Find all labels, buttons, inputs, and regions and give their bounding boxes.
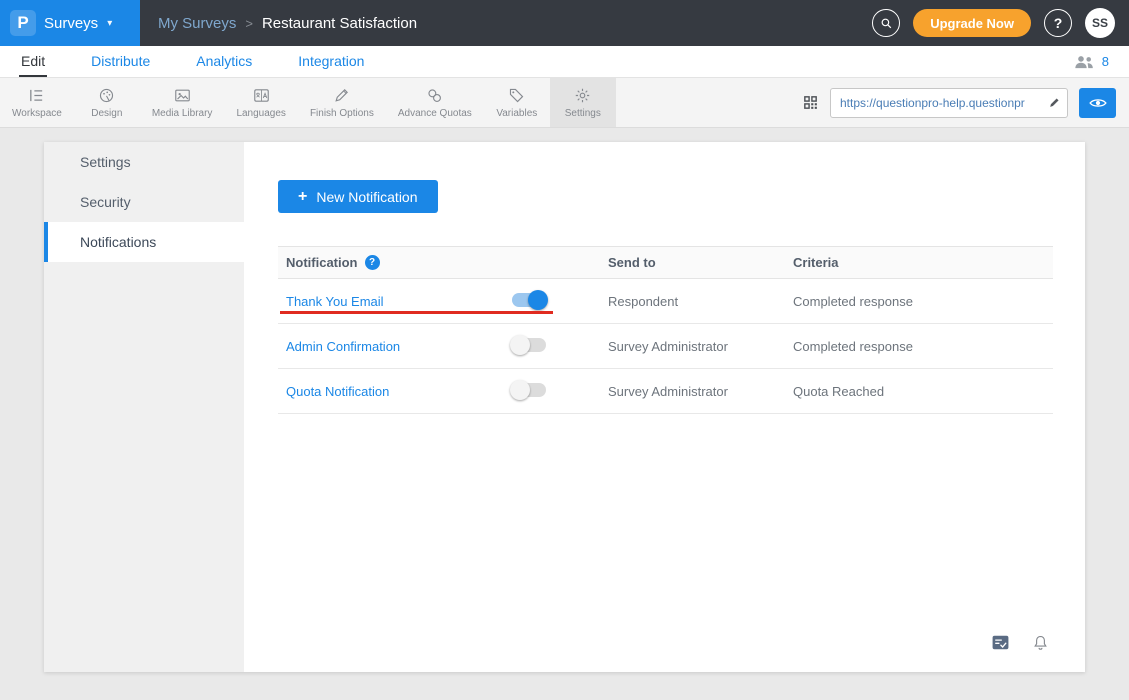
toolbar-item-label: Media Library: [152, 108, 213, 119]
toolbar-item-media-library[interactable]: Media Library: [140, 78, 225, 127]
toolbar-item-variables[interactable]: Variables: [484, 78, 550, 127]
advance-quotas-icon: [426, 87, 443, 104]
new-notification-label: New Notification: [316, 189, 417, 205]
notification-name-link[interactable]: Admin Confirmation: [278, 339, 508, 354]
breadcrumb-separator: >: [245, 16, 253, 31]
table-row: Admin Confirmation Survey Administrator …: [278, 324, 1053, 369]
topbar: P Surveys ▾ My Surveys > Restaurant Sati…: [0, 0, 1129, 46]
toggle-cell: [508, 383, 608, 400]
notifications-table: Notification ? Send to Criteria Thank Yo…: [278, 246, 1053, 414]
collaborators-button[interactable]: 8: [1074, 46, 1129, 77]
tab-edit[interactable]: Edit: [19, 46, 47, 77]
eye-icon: [1089, 97, 1107, 109]
new-notification-button[interactable]: + New Notification: [278, 180, 438, 213]
sidebar-item-security[interactable]: Security: [44, 182, 244, 222]
toolbar-item-finish-options[interactable]: Finish Options: [298, 78, 386, 127]
toolbar-item-design[interactable]: Design: [74, 78, 140, 127]
toolbar-item-languages[interactable]: Languages: [224, 78, 298, 127]
edit-url-pencil-icon[interactable]: [1048, 96, 1061, 109]
survey-nav-tabs: Edit Distribute Analytics Integration 8: [0, 46, 1129, 78]
header-notification-label: Notification: [286, 255, 358, 270]
tab-integration[interactable]: Integration: [296, 46, 366, 77]
design-icon: [98, 87, 115, 104]
table-row: Quota Notification Survey Administrator …: [278, 369, 1053, 414]
chevron-down-icon: ▾: [107, 18, 112, 29]
send-to-cell: Survey Administrator: [608, 384, 793, 399]
toolbar-item-label: Settings: [565, 108, 601, 119]
header-notification: Notification ?: [278, 255, 608, 270]
people-icon: [1074, 55, 1095, 69]
plus-icon: +: [298, 189, 307, 205]
notification-help-icon[interactable]: ?: [365, 255, 380, 270]
upgrade-now-button[interactable]: Upgrade Now: [913, 9, 1031, 37]
breadcrumb: My Surveys > Restaurant Satisfaction: [158, 15, 417, 32]
product-switcher[interactable]: P Surveys ▾: [0, 0, 140, 46]
header-criteria: Criteria: [793, 255, 1053, 270]
toolbar-item-label: Design: [91, 108, 122, 119]
topbar-actions: Upgrade Now ? SS: [872, 8, 1129, 38]
finish-options-icon: [333, 87, 350, 104]
survey-url-input[interactable]: [830, 88, 1068, 118]
search-button[interactable]: [872, 9, 900, 37]
send-to-cell: Survey Administrator: [608, 339, 793, 354]
help-button[interactable]: ?: [1044, 9, 1072, 37]
send-to-cell: Respondent: [608, 294, 793, 309]
breadcrumb-survey-title: Restaurant Satisfaction: [262, 15, 417, 32]
media-library-icon: [174, 87, 191, 104]
notifications-content: + New Notification Notification ? Send t…: [244, 142, 1085, 672]
notification-name-link[interactable]: Thank You Email: [278, 294, 508, 309]
notification-name-link[interactable]: Quota Notification: [278, 384, 508, 399]
criteria-cell: Completed response: [793, 294, 1053, 309]
tab-analytics[interactable]: Analytics: [194, 46, 254, 77]
settings-sidebar: Settings Security Notifications: [44, 142, 244, 672]
qr-code-icon[interactable]: [802, 94, 819, 111]
toolbar-item-label: Finish Options: [310, 108, 374, 119]
settings-panel: Settings Security Notifications + New No…: [44, 142, 1085, 672]
question-mark-icon: ?: [1054, 15, 1063, 31]
header-send-to: Send to: [608, 255, 793, 270]
toggle-cell: [508, 338, 608, 355]
toolbar-item-workspace[interactable]: Workspace: [0, 78, 74, 127]
survey-toolbar: Workspace Design Media Library Languages…: [0, 78, 1129, 128]
bell-icon[interactable]: [1032, 634, 1049, 651]
avatar[interactable]: SS: [1085, 8, 1115, 38]
notification-toggle[interactable]: [512, 293, 546, 307]
toolbar-item-label: Workspace: [12, 108, 62, 119]
toolbar-item-label: Languages: [236, 108, 286, 119]
table-header-row: Notification ? Send to Criteria: [278, 246, 1053, 279]
tab-distribute[interactable]: Distribute: [89, 46, 152, 77]
toolbar-right: [802, 78, 1129, 127]
preview-survey-button[interactable]: [1079, 88, 1116, 118]
toggle-cell: [508, 293, 608, 310]
variables-icon: [508, 87, 525, 104]
search-icon: [880, 17, 893, 30]
sidebar-item-notifications[interactable]: Notifications: [44, 222, 244, 262]
toolbar-item-label: Variables: [496, 108, 537, 119]
survey-url-field-wrap: [830, 88, 1068, 118]
collaborators-count: 8: [1102, 54, 1109, 69]
toolbar-item-settings[interactable]: Settings: [550, 78, 616, 127]
notification-toggle[interactable]: [512, 338, 546, 352]
red-annotation-line: [280, 311, 553, 314]
criteria-cell: Completed response: [793, 339, 1053, 354]
settings-gear-icon: [574, 87, 591, 104]
sidebar-item-settings[interactable]: Settings: [44, 142, 244, 182]
criteria-cell: Quota Reached: [793, 384, 1053, 399]
languages-icon: [253, 87, 270, 104]
survey-feedback-icon[interactable]: [991, 633, 1010, 652]
questionpro-logo: P: [10, 10, 36, 36]
table-row: Thank You Email Respondent Completed res…: [278, 279, 1053, 324]
product-name: Surveys: [44, 15, 98, 32]
notification-toggle[interactable]: [512, 383, 546, 397]
workspace-icon: [28, 87, 45, 104]
content-footer-icons: [991, 633, 1049, 652]
breadcrumb-my-surveys[interactable]: My Surveys: [158, 15, 236, 32]
toolbar-item-advance-quotas[interactable]: Advance Quotas: [386, 78, 484, 127]
toolbar-item-label: Advance Quotas: [398, 108, 472, 119]
